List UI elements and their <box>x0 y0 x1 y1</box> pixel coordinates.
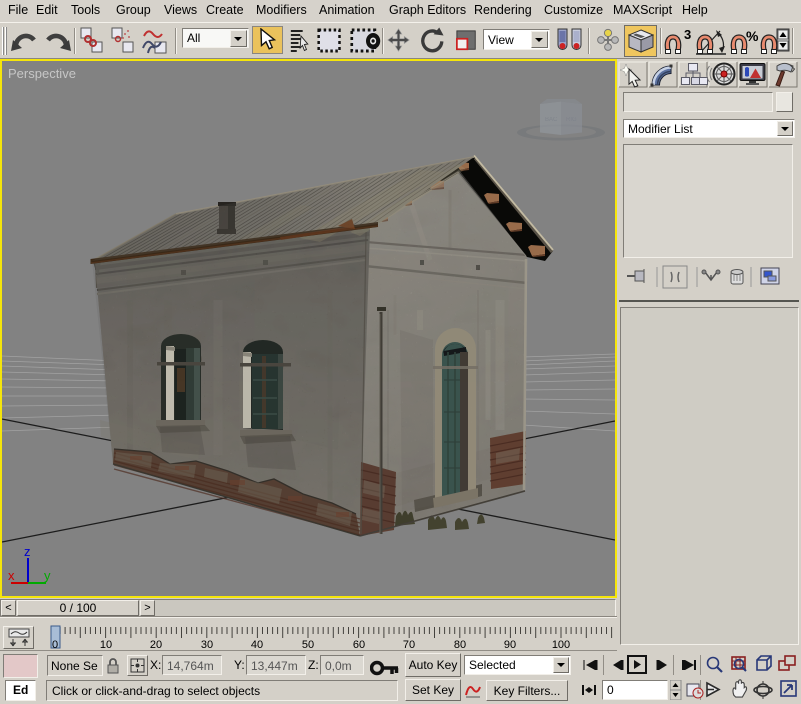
svg-text:90: 90 <box>504 639 516 651</box>
svg-text:100: 100 <box>552 639 570 651</box>
svg-text:Perspective: Perspective <box>8 66 76 81</box>
svg-text:50: 50 <box>302 639 314 651</box>
svg-text:y: y <box>44 568 51 583</box>
svg-text:z: z <box>24 544 31 559</box>
svg-text:30: 30 <box>201 639 213 651</box>
svg-text:3: 3 <box>684 27 691 42</box>
svg-text:40: 40 <box>251 639 263 651</box>
svg-text:70: 70 <box>403 639 415 651</box>
svg-text:10: 10 <box>100 639 112 651</box>
svg-text:20: 20 <box>150 639 162 651</box>
svg-text:0: 0 <box>52 639 58 651</box>
svg-text:BAC: BAC <box>545 117 558 123</box>
svg-text:RIG: RIG <box>566 117 577 123</box>
svg-text:x: x <box>8 568 15 583</box>
svg-text:60: 60 <box>353 639 365 651</box>
svg-text:80: 80 <box>454 639 466 651</box>
